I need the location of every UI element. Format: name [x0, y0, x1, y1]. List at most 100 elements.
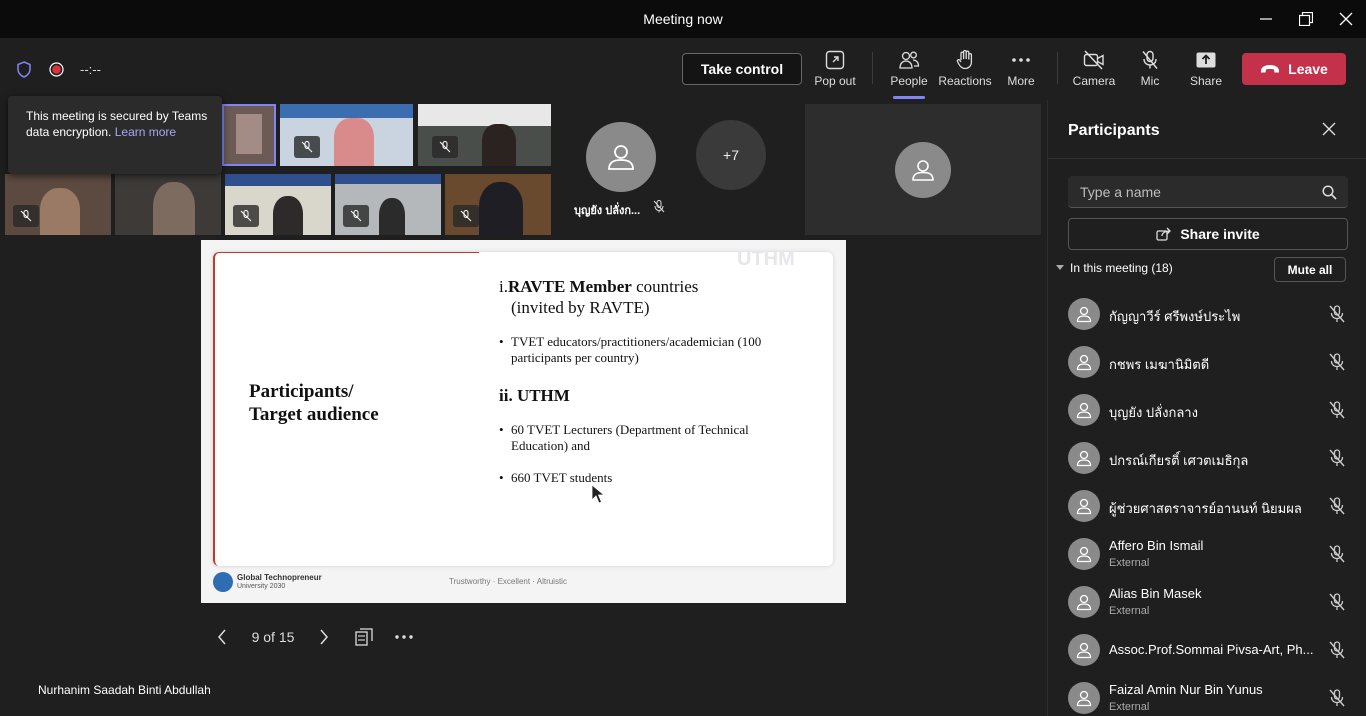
slide-grid-button[interactable]	[344, 622, 384, 652]
more-button[interactable]: More	[1000, 38, 1042, 100]
footer-logo-text: Global Technopreneur	[237, 573, 322, 582]
mic-off-icon[interactable]	[1328, 641, 1348, 661]
participant-search[interactable]	[1068, 176, 1348, 208]
mouse-cursor-icon	[591, 484, 606, 504]
close-panel-button[interactable]	[1322, 122, 1338, 138]
restore-button[interactable]	[1286, 0, 1326, 38]
overflow-participants-button[interactable]: +7	[696, 120, 766, 190]
chevron-left-icon	[218, 629, 226, 645]
participant-name: ปกรณ์เกียรติ์ เศวตเมธิกุล	[1109, 453, 1249, 468]
participant-row[interactable]: บุญยัง ปลั่งกลาง	[1048, 386, 1366, 434]
participant-name: Faizal Amin Nur Bin Yunus	[1109, 682, 1263, 697]
participant-row[interactable]: ปกรณ์เกียรติ์ เศวตเมธิกุล	[1048, 434, 1366, 482]
mic-button[interactable]: Mic	[1132, 38, 1168, 100]
participant-row[interactable]: ผู้ช่วยศาสตราจารย์อานนท์ นิยมผล	[1048, 482, 1366, 530]
bullet-text: TVET educators/practitioners/academician…	[511, 334, 762, 365]
mic-off-icon[interactable]	[1328, 689, 1348, 709]
leave-label: Leave	[1288, 61, 1328, 77]
pop-out-button[interactable]: Pop out	[812, 38, 858, 100]
mic-off-icon[interactable]	[1328, 305, 1348, 325]
toolbar-divider	[1057, 52, 1058, 84]
video-tile[interactable]	[5, 174, 111, 235]
participant-row[interactable]: กชพร เมฆานิมิตดี	[1048, 338, 1366, 386]
shared-presentation[interactable]: UTHM Participants/ Target audience i.RAV…	[201, 240, 846, 603]
leave-button[interactable]: Leave	[1242, 53, 1346, 85]
mic-off-icon[interactable]	[1328, 353, 1348, 373]
camera-off-icon	[1083, 50, 1104, 70]
muted-badge	[453, 205, 479, 227]
participant-row[interactable]: Affero Bin Ismail External	[1048, 530, 1366, 578]
person-icon	[1076, 546, 1092, 563]
video-tile[interactable]	[280, 104, 413, 166]
person-icon	[1076, 306, 1092, 323]
section-bold: RAVTE Member	[507, 277, 632, 296]
avatar	[1068, 682, 1100, 714]
slide-section-2: ii. UTHM	[499, 386, 570, 405]
search-icon[interactable]	[1322, 185, 1337, 200]
mic-off-icon	[240, 210, 252, 222]
person-icon	[1076, 642, 1092, 659]
previous-slide-button[interactable]	[212, 622, 232, 652]
participant-video	[273, 196, 303, 235]
mic-off-icon[interactable]	[1328, 401, 1348, 421]
slide-left-heading: Participants/ Target audience	[249, 381, 379, 425]
meeting-toolbar: --:-- Take control Pop out People Reacti…	[0, 38, 1366, 100]
share-invite-label: Share invite	[1180, 226, 1260, 242]
take-control-button[interactable]: Take control	[682, 53, 802, 85]
slide-watermark: UTHM	[737, 248, 795, 270]
avatar	[1068, 394, 1100, 426]
participant-name: Affero Bin Ismail	[1109, 538, 1204, 553]
share-invite-button[interactable]: Share invite	[1068, 218, 1348, 250]
title-bar: Meeting now	[0, 0, 1366, 38]
shield-icon[interactable]	[16, 61, 32, 83]
share-button[interactable]: Share	[1186, 38, 1226, 100]
video-tile[interactable]	[115, 174, 221, 235]
reactions-button[interactable]: Reactions	[938, 38, 992, 100]
participant-video	[40, 188, 80, 235]
mute-all-button[interactable]: Mute all	[1274, 257, 1346, 282]
participant-name: กชพร เมฆานิมิตดี	[1109, 357, 1210, 372]
meeting-timer: --:--	[80, 62, 101, 77]
minimize-button[interactable]	[1246, 0, 1286, 38]
slide-navigation: 9 of 15	[212, 622, 424, 652]
minimize-icon	[1260, 18, 1272, 20]
footer-logo-sub: University 2030	[237, 583, 286, 590]
video-tile[interactable]	[418, 104, 551, 166]
panel-header: Participants	[1048, 100, 1366, 159]
hang-up-icon	[1261, 65, 1280, 73]
video-tile[interactable]	[805, 104, 1041, 235]
close-window-button[interactable]	[1326, 0, 1366, 38]
participant-video	[335, 174, 441, 184]
muted-badge	[343, 205, 369, 227]
video-tile[interactable]	[225, 174, 331, 235]
participant-name: บุญยัง ปลั่งกลาง	[1109, 405, 1198, 420]
participant-row[interactable]: Alias Bin Masek External	[1048, 578, 1366, 626]
camera-button[interactable]: Camera	[1070, 38, 1118, 100]
share-label: Share	[1189, 74, 1223, 88]
learn-more-link[interactable]: Learn more	[115, 125, 176, 139]
person-icon	[608, 145, 634, 170]
video-tile[interactable]	[222, 104, 276, 166]
participant-row[interactable]: Faizal Amin Nur Bin Yunus External	[1048, 674, 1366, 716]
mic-off-icon[interactable]	[1328, 545, 1348, 565]
participant-row[interactable]: Assoc.Prof.Sommai Pivsa-Art, Ph...	[1048, 626, 1366, 674]
mic-off-icon[interactable]	[1328, 449, 1348, 469]
participant-video	[280, 104, 413, 118]
slide-more-button[interactable]	[384, 622, 424, 652]
video-tile[interactable]	[445, 174, 551, 235]
participant-row[interactable]: กัญญาวีร์ ศรีพงษ์ประไพ	[1048, 290, 1366, 338]
participant-video	[482, 124, 516, 166]
participant-tag: External	[1109, 557, 1150, 569]
mic-off-icon[interactable]	[1328, 593, 1348, 613]
avatar[interactable]	[586, 122, 656, 192]
avatar	[895, 142, 951, 198]
university-logo-icon	[213, 572, 233, 592]
people-button[interactable]: People	[886, 38, 932, 100]
next-slide-button[interactable]	[314, 622, 334, 652]
participant-name: กัญญาวีร์ ศรีพงษ์ประไพ	[1109, 309, 1241, 324]
mic-off-icon[interactable]	[1328, 497, 1348, 517]
in-meeting-section-toggle[interactable]: In this meeting (18)	[1056, 261, 1173, 275]
search-input[interactable]	[1080, 182, 1310, 202]
share-icon	[1156, 227, 1172, 241]
video-tile[interactable]	[335, 174, 441, 235]
